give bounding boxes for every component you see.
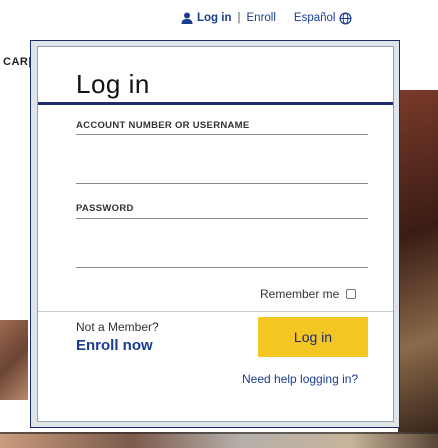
password-input[interactable] <box>76 218 368 268</box>
need-help-link[interactable]: Need help logging in? <box>242 372 358 386</box>
not-member-text: Not a Member? <box>76 320 159 334</box>
login-button[interactable]: Log in <box>258 317 368 357</box>
background-divider <box>0 432 438 434</box>
login-modal: Log in ACCOUNT NUMBER OR USERNAME PASSWO… <box>37 46 394 422</box>
page: Log in | Enroll Español CAR| Log in ACCO… <box>0 0 438 448</box>
top-login-link[interactable]: Log in <box>197 12 232 24</box>
background-car-label: CAR| <box>3 56 32 68</box>
top-separator: | <box>237 12 241 24</box>
account-number-label: ACCOUNT NUMBER OR USERNAME <box>76 120 250 131</box>
top-utility-bar: Log in | Enroll Español <box>180 9 352 27</box>
background-photo-bottom <box>0 432 438 448</box>
language-link[interactable]: Español <box>294 12 336 24</box>
user-icon <box>181 12 193 24</box>
modal-divider <box>38 311 393 312</box>
enroll-now-link[interactable]: Enroll now <box>76 337 153 354</box>
remember-me-label: Remember me <box>260 287 340 301</box>
background-photo-right <box>398 90 438 448</box>
background-photo-left <box>0 320 28 400</box>
account-number-input[interactable] <box>76 134 368 184</box>
top-enroll-link[interactable]: Enroll <box>247 12 276 24</box>
globe-icon[interactable] <box>339 12 352 25</box>
remember-me-checkbox[interactable] <box>346 289 357 299</box>
remember-me[interactable]: Remember me <box>260 287 357 301</box>
modal-header: Log in <box>38 47 393 105</box>
password-label: PASSWORD <box>76 203 134 214</box>
modal-title: Log in <box>76 69 150 99</box>
